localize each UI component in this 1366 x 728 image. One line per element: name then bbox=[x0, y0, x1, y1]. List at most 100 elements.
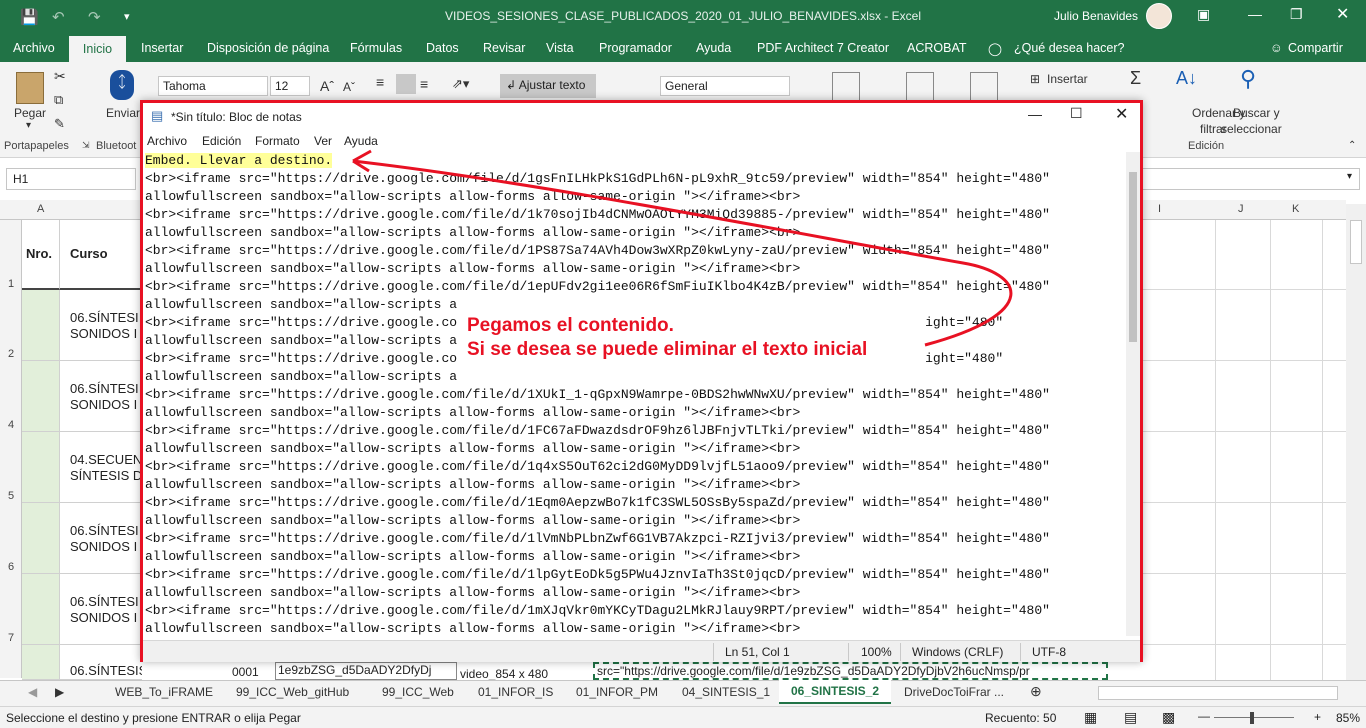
next-sheet-icon[interactable]: ▶ bbox=[55, 685, 64, 699]
dialog-launcher-icon[interactable]: ⇲ bbox=[82, 140, 90, 151]
cell-size[interactable]: video_854 x 480 bbox=[460, 667, 590, 680]
align-top-icon[interactable]: ≡ bbox=[376, 74, 384, 90]
wrap-text-button[interactable]: ↲ Ajustar texto bbox=[500, 74, 596, 98]
format-table-icon[interactable] bbox=[906, 72, 934, 102]
page-break-icon[interactable]: ▩ bbox=[1162, 709, 1175, 726]
avatar[interactable] bbox=[1146, 3, 1172, 29]
vertical-scrollbar[interactable] bbox=[1346, 204, 1366, 680]
horizontal-scrollbar[interactable] bbox=[1098, 686, 1338, 700]
row-header[interactable]: 5 bbox=[8, 490, 14, 502]
font-size-select[interactable]: 12 bbox=[270, 76, 310, 96]
sheet-tab[interactable]: 99_ICC_Web bbox=[382, 685, 454, 699]
prev-sheet-icon[interactable]: ◀ bbox=[28, 685, 37, 699]
align-middle-icon[interactable] bbox=[396, 74, 416, 94]
maximize-icon[interactable]: ❐ bbox=[1290, 6, 1303, 23]
align-bottom-icon[interactable]: ≡ bbox=[420, 76, 428, 92]
name-box[interactable]: H1 bbox=[6, 168, 136, 190]
format-painter-icon[interactable]: ✎ bbox=[54, 116, 65, 132]
tab-file[interactable]: Archivo bbox=[13, 41, 55, 55]
tab-developer[interactable]: Programador bbox=[599, 41, 672, 55]
cell-curso[interactable]: 06.SÍNTESIS DE bbox=[60, 645, 142, 680]
cut-icon[interactable]: ✂ bbox=[54, 68, 66, 85]
conditional-format-icon[interactable] bbox=[832, 72, 860, 102]
find-select-button[interactable]: Buscar y bbox=[1233, 106, 1280, 120]
collapse-ribbon-icon[interactable]: ⌃ bbox=[1348, 140, 1356, 151]
cell-curso[interactable]: 06.SÍNTESI SONIDOS I bbox=[60, 503, 142, 574]
cell-iframe-src[interactable]: src="https://drive.google.com/file/d/1e9… bbox=[593, 662, 1108, 680]
tab-acrobat[interactable]: ACROBAT bbox=[907, 41, 967, 55]
ribbon-display-icon[interactable]: ▣ bbox=[1197, 6, 1210, 23]
sheet-tab[interactable]: 04_SINTESIS_1 bbox=[682, 685, 770, 699]
cell-styles-icon[interactable] bbox=[970, 72, 998, 102]
autosum-icon[interactable]: Σ bbox=[1130, 68, 1141, 89]
cell-nro[interactable] bbox=[22, 432, 60, 503]
scroll-thumb[interactable] bbox=[1350, 220, 1362, 264]
cell-nro[interactable] bbox=[22, 645, 60, 680]
zoom-in-icon[interactable]: + bbox=[1314, 710, 1321, 724]
tab-view[interactable]: Vista bbox=[546, 41, 574, 55]
row-header[interactable]: 6 bbox=[8, 561, 14, 573]
paste-button[interactable]: Pegar bbox=[14, 106, 46, 120]
header-curso[interactable]: Curso bbox=[60, 220, 142, 290]
add-sheet-icon[interactable]: ⊕ bbox=[1030, 683, 1042, 700]
font-select[interactable]: Tahoma bbox=[158, 76, 268, 96]
zoom-level[interactable]: 85% bbox=[1336, 711, 1360, 725]
column-header-i[interactable]: I bbox=[1158, 203, 1161, 215]
cell-nro[interactable] bbox=[22, 290, 60, 361]
cell-curso[interactable]: 06.SÍNTESI SONIDOS I bbox=[60, 574, 142, 645]
cell-curso[interactable]: 04.SECUEN SÍNTESIS D bbox=[60, 432, 142, 503]
tab-data[interactable]: Datos bbox=[426, 41, 459, 55]
row-header[interactable]: 1 bbox=[8, 278, 14, 290]
orientation-icon[interactable]: ⇗▾ bbox=[452, 76, 469, 92]
formula-input[interactable] bbox=[1140, 168, 1360, 190]
column-header-k[interactable]: K bbox=[1292, 203, 1299, 215]
insert-cells-icon[interactable]: ⊞ bbox=[1030, 72, 1040, 86]
cell-id[interactable]: 0001 bbox=[222, 665, 274, 680]
column-header-a[interactable]: A bbox=[37, 203, 44, 215]
cell-curso[interactable]: 06.SÍNTESI SONIDOS I bbox=[60, 361, 142, 432]
chevron-down-icon[interactable]: ▾ bbox=[26, 120, 31, 131]
sheet-tab-active[interactable]: 06_SINTESIS_2 bbox=[779, 680, 891, 704]
tab-review[interactable]: Revisar bbox=[483, 41, 525, 55]
cell-file-id[interactable]: 1e9zbZSG_d5DaADY2DfyDj bbox=[275, 662, 457, 680]
zoom-slider-thumb[interactable] bbox=[1250, 712, 1254, 724]
minimize-icon[interactable]: — bbox=[1248, 6, 1262, 22]
cell-nro[interactable] bbox=[22, 574, 60, 645]
send-button[interactable]: Enviar bbox=[106, 106, 140, 120]
row-header[interactable]: 4 bbox=[8, 419, 14, 431]
tab-home[interactable]: Inicio bbox=[69, 36, 126, 62]
copy-icon[interactable]: ⧉ bbox=[54, 92, 63, 108]
tab-pdf-architect[interactable]: PDF Architect 7 Creator bbox=[757, 41, 889, 55]
number-format-select[interactable]: General bbox=[660, 76, 790, 96]
insert-button[interactable]: Insertar bbox=[1047, 72, 1088, 86]
search-icon[interactable]: ⚲ bbox=[1240, 66, 1256, 92]
tab-page-layout[interactable]: Disposición de página bbox=[207, 41, 329, 55]
column-header-j[interactable]: J bbox=[1238, 203, 1244, 215]
sort-icon[interactable]: A↓ bbox=[1176, 68, 1197, 89]
sheet-tab[interactable]: 01_INFOR_PM bbox=[576, 685, 658, 699]
user-name[interactable]: Julio Benavides bbox=[1054, 9, 1138, 23]
header-nro[interactable]: Nro. bbox=[22, 220, 60, 290]
find-select-button-line2[interactable]: seleccionar bbox=[1221, 122, 1282, 136]
cell-curso[interactable]: 06.SÍNTESI SONIDOS I bbox=[60, 290, 142, 361]
tab-formulas[interactable]: Fórmulas bbox=[350, 41, 402, 55]
close-icon[interactable]: ✕ bbox=[1336, 4, 1349, 24]
expand-formula-icon[interactable]: ▾ bbox=[1347, 171, 1352, 182]
tab-insert[interactable]: Insertar bbox=[141, 41, 183, 55]
zoom-out-icon[interactable]: — bbox=[1198, 709, 1210, 723]
cell-nro[interactable] bbox=[22, 361, 60, 432]
zoom-slider[interactable] bbox=[1214, 717, 1294, 718]
normal-view-icon[interactable]: ▦ bbox=[1084, 709, 1097, 726]
sheet-tab[interactable]: 01_INFOR_IS bbox=[478, 685, 553, 699]
increase-font-icon[interactable]: Aˆ bbox=[320, 78, 334, 94]
tell-me-search[interactable]: ¿Qué desea hacer? bbox=[1014, 41, 1125, 55]
decrease-font-icon[interactable]: Aˇ bbox=[343, 80, 355, 94]
sheet-tab[interactable]: 99_ICC_Web_gitHub bbox=[236, 685, 349, 699]
sheet-tab[interactable]: DriveDocToiFrar ... bbox=[904, 685, 1004, 699]
row-header[interactable]: 2 bbox=[8, 348, 14, 360]
share-button[interactable]: Compartir bbox=[1288, 41, 1343, 55]
row-header[interactable]: 7 bbox=[8, 632, 14, 644]
cell-nro[interactable] bbox=[22, 503, 60, 574]
tab-help[interactable]: Ayuda bbox=[696, 41, 731, 55]
sheet-tab[interactable]: WEB_To_iFRAME bbox=[115, 685, 213, 699]
